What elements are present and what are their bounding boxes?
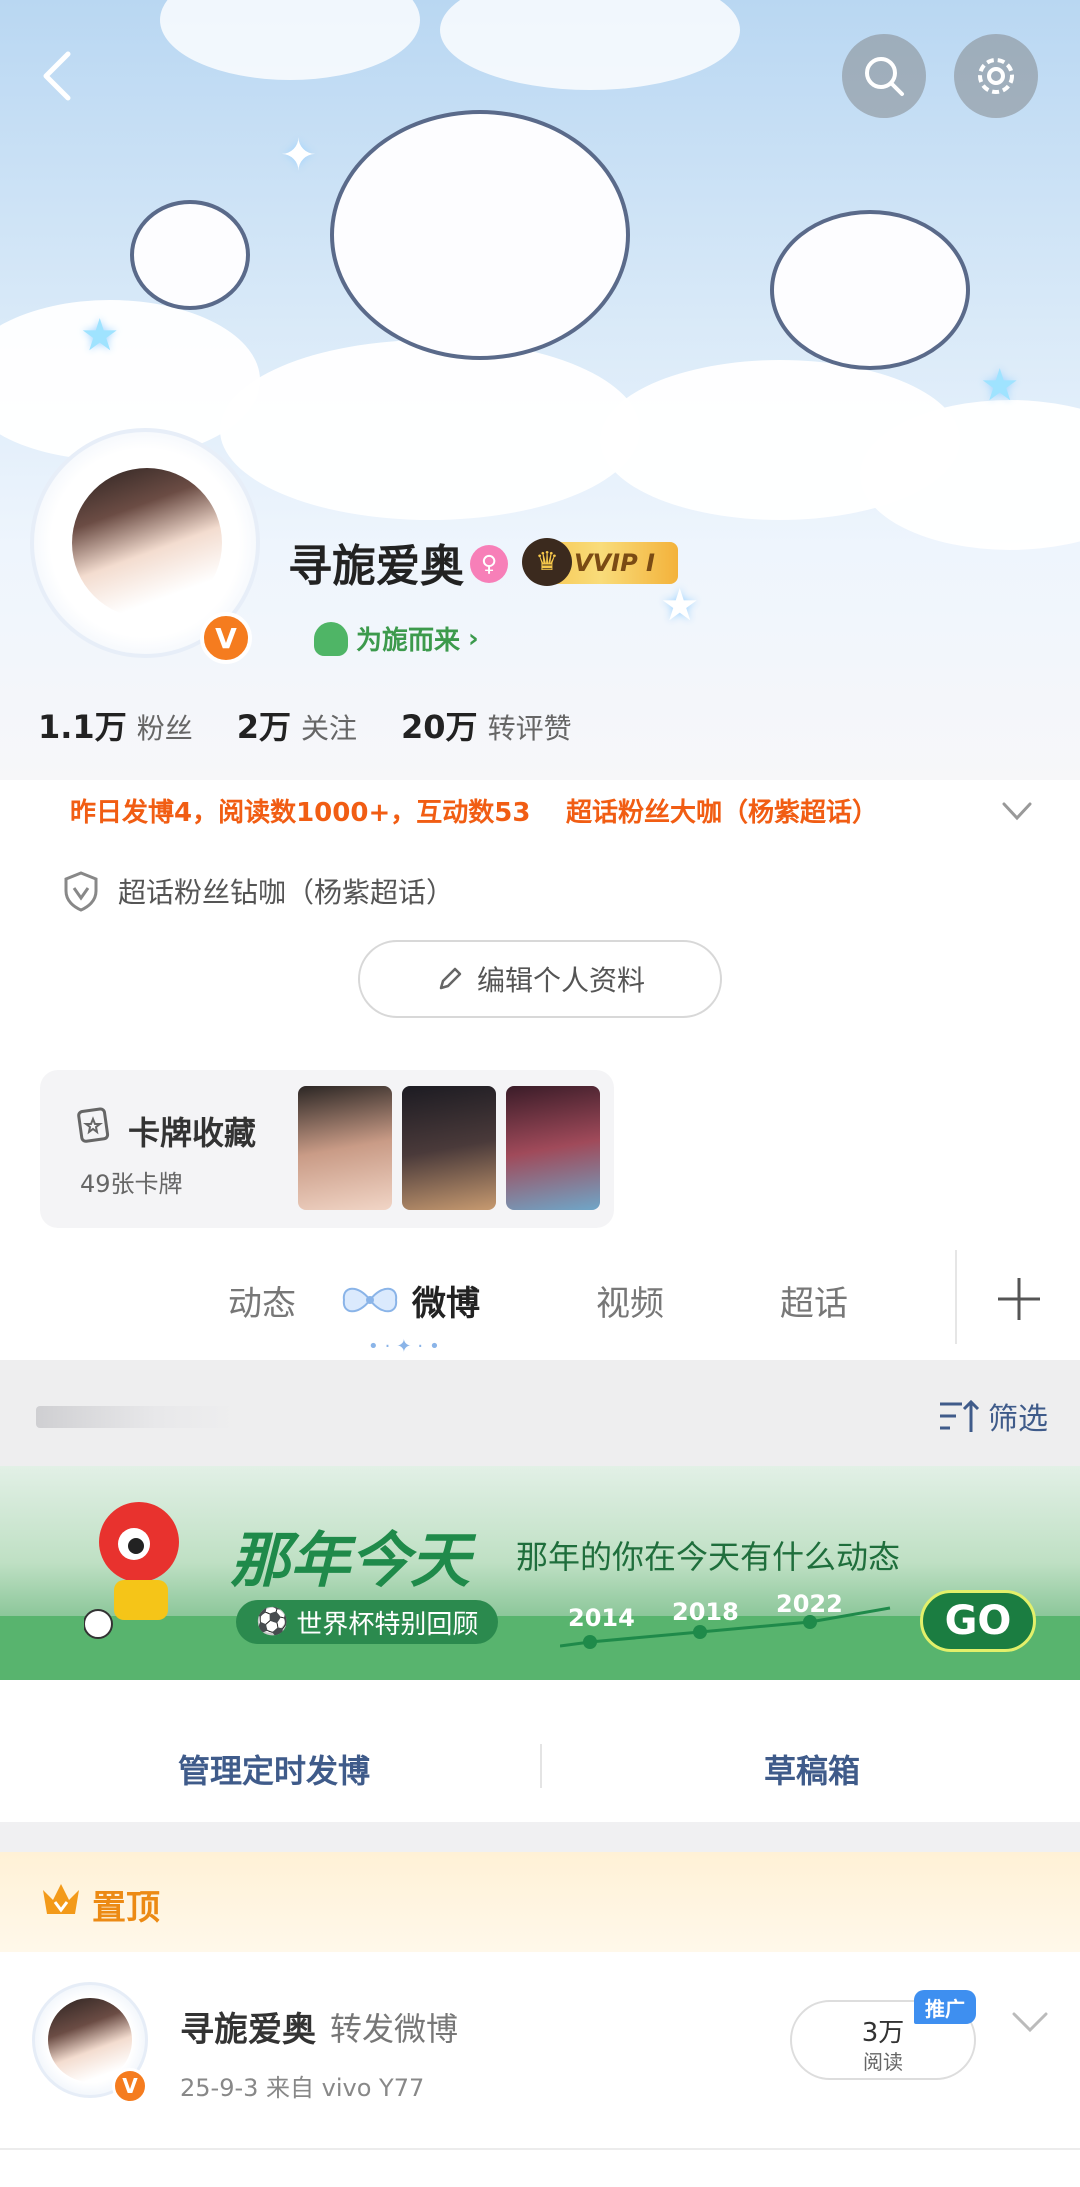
bow-icon (342, 1287, 398, 1313)
sparkle-icon: ★ (660, 580, 700, 631)
card-collection-title: 卡牌收藏 (128, 1114, 257, 1152)
pinned-header (0, 1852, 1080, 1952)
tab-dynamics[interactable]: 动态 (228, 1276, 296, 1325)
badge-row[interactable]: 超话粉丝钻咖（杨紫超话） (62, 870, 454, 912)
card-thumbnail[interactable] (298, 1086, 392, 1210)
stat-label: 转评赞 (487, 712, 572, 745)
scheduled-posts-button[interactable]: 管理定时发博 (178, 1746, 370, 1792)
tab-divider (955, 1250, 957, 1344)
profile-tabs (0, 1244, 1080, 1360)
activity-summary[interactable]: 昨日发博4，阅读数1000+，互动数53 (70, 792, 530, 829)
go-button[interactable]: GO (920, 1590, 1036, 1652)
promo-chip: ⚽ 世界杯特别回顾 (236, 1600, 499, 1644)
drafts-button[interactable]: 草稿箱 (764, 1746, 860, 1792)
user-name: 寻旎爱奥 (288, 541, 464, 592)
female-icon: ♀ (470, 545, 508, 583)
crown-icon (43, 1884, 79, 1914)
fan-tag-icon (314, 621, 348, 656)
post-author-name[interactable]: 寻旎爱奥 (180, 2002, 316, 2051)
filter-label: 筛选 (988, 1402, 1048, 1437)
cloud (440, 0, 740, 90)
back-button[interactable] (30, 46, 90, 106)
chevron-down-icon[interactable] (1000, 794, 1034, 828)
stat-following[interactable]: 2万 关注 (237, 702, 357, 748)
sparkle-icon: ✦ (280, 130, 317, 181)
sparkle-icon: ★ (80, 310, 120, 361)
tab-weibo[interactable]: 微博 (412, 1276, 480, 1325)
promote-tag[interactable]: 推广 (914, 1990, 976, 2024)
fan-tag-label: 为旎而来 (356, 626, 461, 656)
tab-video[interactable]: 视频 (596, 1276, 664, 1325)
stat-value: 1.1万 (38, 708, 127, 746)
pinned-label: 置顶 (92, 1888, 160, 1928)
verified-badge: V (200, 612, 252, 664)
stat-interactions[interactable]: 20万 转评赞 (401, 702, 572, 748)
pencil-icon (439, 967, 462, 990)
badge-text: 超话粉丝钻咖（杨紫超话） (118, 876, 455, 909)
stat-value: 2万 (236, 708, 291, 746)
post-action: 转发微博 (330, 2010, 459, 2048)
divider (0, 2148, 1080, 2150)
sort-filter-icon (940, 1399, 980, 1432)
crown-icon: ♛ (522, 538, 572, 586)
avatar[interactable] (72, 468, 222, 618)
stat-label: 关注 (301, 712, 358, 745)
stat-followers[interactable]: 1.1万 粉丝 (38, 702, 193, 748)
stat-label: 粉丝 (136, 712, 193, 745)
year-label: 2014 (568, 1604, 635, 1632)
stat-value: 20万 (401, 708, 478, 746)
year-label: 2022 (776, 1590, 843, 1618)
tab-super-topic[interactable]: 超话 (780, 1276, 848, 1325)
promo-subtitle: 那年的你在今天有什么动态 (516, 1538, 901, 1576)
profile-stats: 1.1万 粉丝 2万 关注 20万 转评赞 (38, 702, 572, 748)
card-collection-count: 49张卡牌 (80, 1170, 183, 1198)
promo-chip-label: 世界杯特别回顾 (296, 1609, 479, 1640)
bunny-illustration (770, 210, 970, 370)
card-icon (77, 1107, 110, 1143)
bunny-illustration (330, 110, 630, 360)
bunny-illustration (130, 200, 250, 310)
divider (540, 1744, 542, 1788)
weibo-mascot-icon (84, 1502, 179, 1639)
cover-image[interactable]: ✦ ★ ★ ★ (0, 0, 1080, 780)
cloud (160, 0, 420, 80)
card-thumbnail[interactable] (506, 1086, 600, 1210)
promo-title: 那年今天 (230, 1526, 470, 1596)
section-gap (0, 1822, 1080, 1852)
sparkle-icon: ★ (980, 360, 1020, 411)
settings-button[interactable] (954, 34, 1038, 118)
card-thumbnail[interactable] (402, 1086, 496, 1210)
plus-icon[interactable] (994, 1274, 1044, 1324)
cloud (220, 340, 640, 520)
search-button[interactable] (842, 34, 926, 118)
search-icon (865, 57, 904, 96)
super-topic-honor[interactable]: 超话粉丝大咖（杨紫超话） (566, 792, 878, 829)
chevron-down-icon[interactable] (1010, 2008, 1050, 2036)
shield-icon (64, 871, 98, 912)
edit-profile-button[interactable]: 编辑个人资料 (358, 940, 722, 1018)
edit-profile-label: 编辑个人资料 (476, 964, 645, 997)
placeholder-text (36, 1406, 236, 1428)
tab-indicator: •·✦·• (368, 1336, 446, 1357)
read-label: 阅读 (863, 2050, 903, 2074)
filter-button[interactable]: 筛选 (938, 1394, 1048, 1438)
gear-icon (978, 58, 1014, 94)
post-meta: 25-9-3 来自 vivo Y77 (180, 2074, 425, 2102)
fan-tag-link[interactable]: 为旎而来 › (314, 620, 479, 657)
verified-badge: V (112, 2068, 148, 2104)
chevron-right-icon: › (468, 623, 479, 654)
year-label: 2018 (672, 1598, 739, 1626)
soccer-ball-icon: ⚽ (256, 1607, 289, 1637)
post-avatar[interactable] (48, 1998, 132, 2082)
